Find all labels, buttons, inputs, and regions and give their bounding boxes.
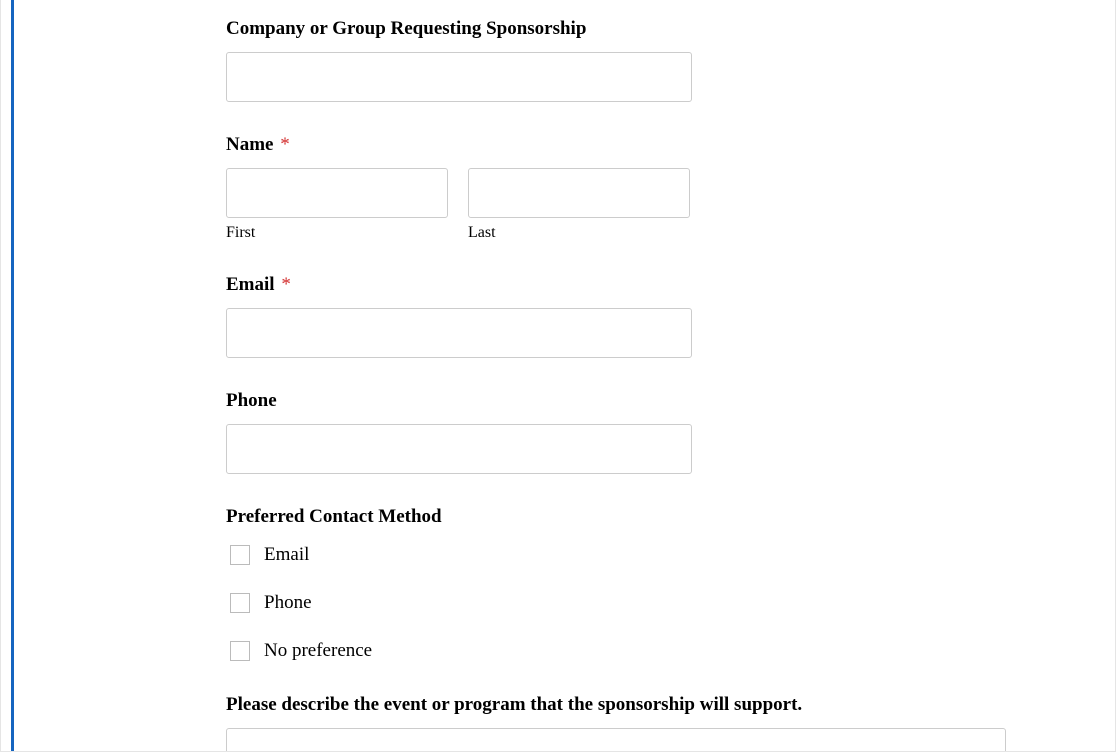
- contact-nopref-checkbox[interactable]: [230, 641, 250, 661]
- contact-email-label[interactable]: Email: [264, 544, 309, 566]
- contact-option-nopref: No preference: [226, 640, 1075, 662]
- form-page: Company or Group Requesting Sponsorship …: [0, 0, 1116, 752]
- phone-field-group: Phone: [226, 390, 1075, 474]
- description-field-group: Please describe the event or program tha…: [226, 694, 1075, 752]
- description-input[interactable]: [226, 728, 1006, 752]
- name-label: Name *: [226, 134, 1075, 156]
- contact-phone-checkbox[interactable]: [230, 593, 250, 613]
- email-input[interactable]: [226, 308, 692, 358]
- contact-email-checkbox[interactable]: [230, 545, 250, 565]
- company-field-group: Company or Group Requesting Sponsorship: [226, 18, 1075, 102]
- first-name-input[interactable]: [226, 168, 448, 218]
- email-field-group: Email *: [226, 274, 1075, 358]
- contact-option-phone: Phone: [226, 592, 1075, 614]
- contact-method-label: Preferred Contact Method: [226, 506, 1075, 528]
- first-name-col: First: [226, 168, 448, 242]
- accent-bar: [11, 0, 14, 751]
- first-name-sublabel: First: [226, 224, 448, 242]
- company-label: Company or Group Requesting Sponsorship: [226, 18, 1075, 40]
- required-mark: *: [281, 274, 291, 295]
- contact-method-group: Preferred Contact Method Email Phone No …: [226, 506, 1075, 662]
- company-input[interactable]: [226, 52, 692, 102]
- name-label-text: Name: [226, 134, 273, 155]
- phone-input[interactable]: [226, 424, 692, 474]
- name-field-group: Name * First Last: [226, 134, 1075, 242]
- contact-phone-label[interactable]: Phone: [264, 592, 312, 614]
- last-name-sublabel: Last: [468, 224, 690, 242]
- required-mark: *: [280, 134, 290, 155]
- email-label: Email *: [226, 274, 1075, 296]
- contact-method-options: Email Phone No preference: [226, 544, 1075, 662]
- last-name-input[interactable]: [468, 168, 690, 218]
- description-label: Please describe the event or program tha…: [226, 694, 1075, 716]
- last-name-col: Last: [468, 168, 690, 242]
- name-row: First Last: [226, 168, 1075, 242]
- email-label-text: Email: [226, 274, 275, 295]
- form-container: Company or Group Requesting Sponsorship …: [1, 0, 1115, 752]
- contact-nopref-label[interactable]: No preference: [264, 640, 372, 662]
- phone-label: Phone: [226, 390, 1075, 412]
- contact-option-email: Email: [226, 544, 1075, 566]
